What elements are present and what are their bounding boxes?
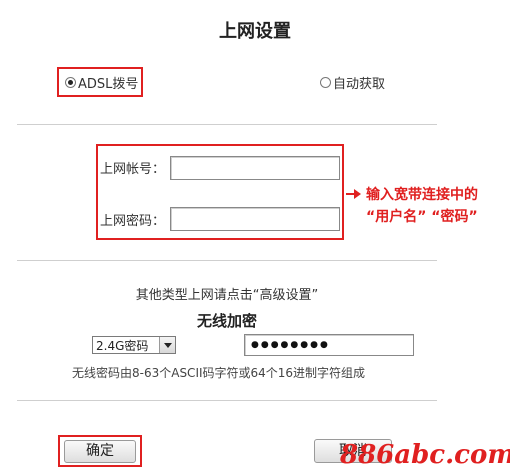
page-title: 上网设置 (219, 21, 291, 42)
wireless-password-hint: 无线密码由8-63个ASCII码字符或64个16进制字符组成 (72, 366, 366, 380)
divider (17, 124, 437, 125)
wireless-band-select[interactable]: 2.4G密码 (92, 336, 176, 354)
password-input[interactable] (170, 207, 340, 231)
watermark-logo: 886abc.com (340, 440, 510, 470)
auto-radio-button[interactable] (320, 76, 331, 88)
auto-radio-label: 自动获取 (333, 76, 386, 92)
dropdown-arrow-icon[interactable] (159, 337, 175, 353)
wireless-password-value: ●●●●●●●● (251, 340, 330, 350)
adsl-radio-label: ADSL拨号 (78, 76, 139, 92)
divider (17, 260, 437, 261)
wireless-password-input[interactable]: ●●●●●●●● (244, 334, 414, 356)
wireless-heading: 无线加密 (196, 312, 257, 330)
arrow-icon (346, 185, 362, 199)
account-input[interactable] (170, 156, 340, 180)
password-label: 上网密码： (100, 214, 166, 229)
auto-radio-option[interactable]: 自动获取 (320, 73, 386, 92)
advanced-settings-hint[interactable]: 其他类型上网请点击“高级设置” (0, 284, 454, 303)
account-label: 上网帐号： (100, 162, 166, 177)
adsl-radio-button[interactable] (65, 76, 76, 88)
divider (17, 400, 437, 401)
wireless-band-select-value: 2.4G密码 (96, 338, 149, 353)
adsl-radio-option[interactable]: ADSL拨号 (65, 73, 139, 92)
annotation-line1: 输入宽带连接中的 (366, 187, 478, 203)
annotation-line2: “用户名” “密码” (366, 209, 478, 225)
confirm-button[interactable]: 确定 (64, 440, 136, 463)
